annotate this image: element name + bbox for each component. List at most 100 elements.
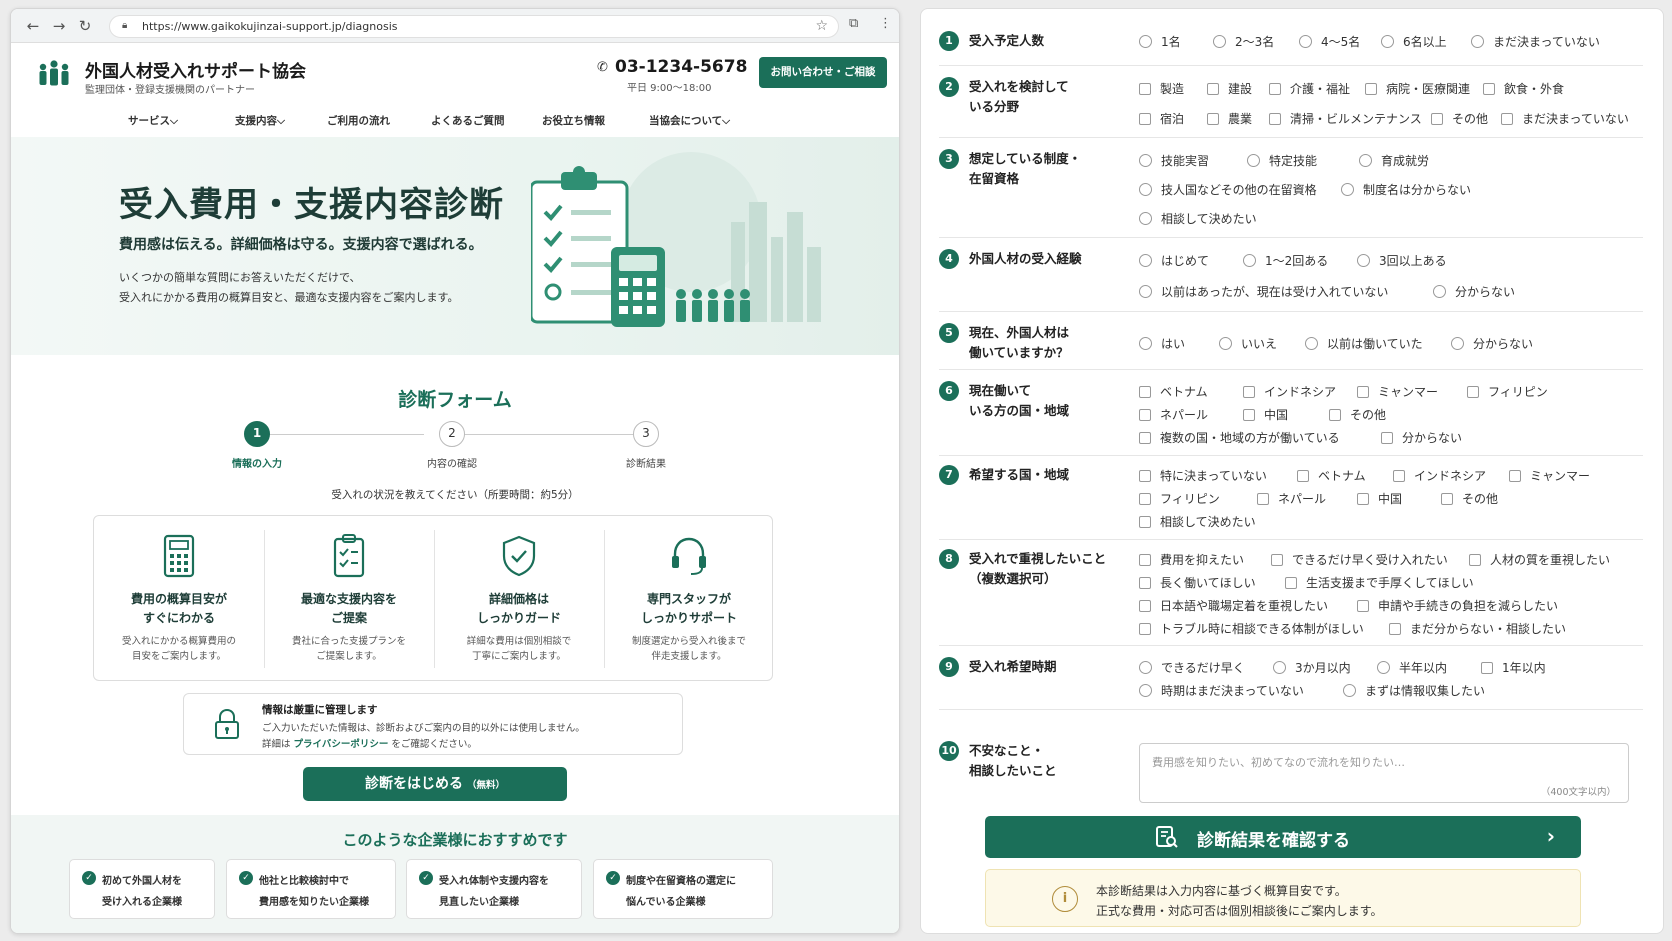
question-number: 10 (939, 741, 959, 761)
checkbox-option[interactable]: フィリピン (1467, 383, 1548, 400)
checkbox-option[interactable]: 介護・福祉 (1269, 80, 1350, 97)
radio-option[interactable]: 半年以内 (1377, 659, 1447, 676)
radio-option[interactable]: 6名以上 (1381, 33, 1447, 50)
radio-option[interactable]: 3回以上ある (1357, 252, 1447, 269)
checkbox-option[interactable]: フィリピン (1139, 490, 1220, 507)
checkbox-option[interactable]: 中国 (1357, 490, 1402, 507)
checkbox-option[interactable]: ベトナム (1297, 467, 1366, 484)
checkbox-option[interactable]: 清掃・ビルメンテナンス (1269, 110, 1422, 127)
checkbox-option[interactable]: まだ分からない・相談したい (1389, 620, 1566, 637)
checkbox-option[interactable]: インドネシア (1243, 383, 1336, 400)
radio-option[interactable]: はじめて (1139, 252, 1209, 269)
privacy-text: 詳細は プライバシーポリシー をご確認ください。 (262, 739, 477, 750)
checkbox-option[interactable]: 相談して決めたい (1139, 513, 1256, 530)
radio-option[interactable]: 1〜2回ある (1243, 252, 1328, 269)
checkbox-option[interactable]: 費用を抑えたい (1139, 551, 1244, 568)
divider (939, 65, 1643, 66)
checkbox-option[interactable]: その他 (1431, 110, 1488, 127)
url-text: https://www.gaikokujinzai-support.jp/dia… (142, 20, 398, 33)
nav-flow[interactable]: ご利用の流れ (327, 113, 390, 128)
reload-icon[interactable]: ↻ (75, 16, 95, 36)
radio-option[interactable]: はい (1139, 335, 1185, 352)
confirm-result-button[interactable]: 診断結果を確認する › (985, 816, 1581, 858)
nav-services[interactable]: サービス⌵ (128, 113, 178, 128)
checkbox-option[interactable]: その他 (1329, 406, 1386, 423)
back-icon[interactable]: ← (23, 16, 43, 36)
checkbox-option[interactable]: 病院・医療関連 (1365, 80, 1470, 97)
question-number: 5 (939, 323, 959, 343)
radio-option[interactable]: 分からない (1451, 335, 1533, 352)
radio-option[interactable]: 特定技能 (1247, 152, 1317, 169)
checkbox-option[interactable]: その他 (1441, 490, 1498, 507)
radio-option[interactable]: まずは情報収集したい (1343, 682, 1485, 699)
radio-option[interactable]: 技人国などその他の在留資格 (1139, 181, 1317, 198)
radio-option[interactable]: 4〜5名 (1299, 33, 1360, 50)
checkbox-option[interactable]: 1年以内 (1481, 659, 1546, 676)
checkbox-option[interactable]: ミャンマー (1357, 383, 1438, 400)
checkbox-option[interactable]: 人材の質を重視したい (1469, 551, 1610, 568)
checkbox-option[interactable]: まだ決まっていない (1501, 110, 1629, 127)
question-label: 現在働いて いる方の国・地域 (969, 383, 1070, 418)
checkbox-option[interactable]: 中国 (1243, 406, 1288, 423)
forward-icon[interactable]: → (49, 16, 69, 36)
radio-option[interactable]: できるだけ早く (1139, 659, 1245, 676)
radio-option[interactable]: 1名 (1139, 33, 1181, 50)
feature-description: 詳細な費用は個別相談で 丁寧にご案内します。 (466, 636, 572, 662)
checkbox-option[interactable]: インドネシア (1393, 467, 1486, 484)
nav-resources[interactable]: お役立ち情報 (542, 113, 605, 128)
menu-icon[interactable]: ⋮ (879, 16, 892, 31)
bookmark-star-icon[interactable]: ☆ (815, 18, 828, 34)
checkbox-option[interactable]: 長く働いてほしい (1139, 574, 1256, 591)
privacy-policy-link[interactable]: プライバシーポリシー (294, 739, 389, 750)
radio-option[interactable]: まだ決まっていない (1471, 33, 1600, 50)
radio-option[interactable]: 技能実習 (1139, 152, 1209, 169)
checkbox-option[interactable]: トラブル時に相談できる体制がほしい (1139, 620, 1364, 637)
radio-option[interactable]: 時期はまだ決まっていない (1139, 682, 1304, 699)
checkbox-option[interactable]: ネパール (1257, 490, 1326, 507)
start-diagnosis-button[interactable]: 診断をはじめる （無料） (303, 767, 567, 801)
checkbox-option[interactable]: 生活支援まで手厚くしてほしい (1285, 574, 1474, 591)
radio-option[interactable]: いいえ (1219, 335, 1277, 352)
diagnosis-form-panel: 1 受入予定人数 1名 2〜3名 4〜5名 6名以上 まだ決まっていない 2 受… (920, 8, 1664, 934)
radio-option[interactable]: 以前はあったが、現在は受け入れていない (1139, 283, 1388, 300)
contact-button[interactable]: お問い合わせ・ご相談 (759, 57, 887, 88)
checkbox-option[interactable]: できるだけ早く受け入れたい (1271, 551, 1448, 568)
feature-description: 制度選定から受入れ後まで 伴走支援します。 (631, 636, 746, 662)
radio-option[interactable]: 制度名は分からない (1341, 181, 1471, 198)
phone-icon: ✆ (597, 60, 608, 75)
form-note: 受入れの状況を教えてください（所要時間：約5分） (331, 489, 579, 501)
checkbox-option[interactable]: ミャンマー (1509, 467, 1590, 484)
phone-number[interactable]: 03-1234-5678 (615, 57, 747, 77)
checkbox-option[interactable]: 特に決まっていない (1139, 467, 1267, 484)
radio-option[interactable]: 育成就労 (1359, 152, 1429, 169)
checklist-icon (333, 534, 365, 578)
nav-about[interactable]: 当協会について⌵ (649, 113, 730, 128)
checkbox-option[interactable]: 宿泊 (1139, 110, 1184, 127)
checkbox-option[interactable]: 申請や手続きの負担を減らしたい (1357, 597, 1558, 614)
privacy-title: 情報は厳重に管理します (262, 704, 378, 716)
site-name[interactable]: 外国人材受入れサポート協会 (85, 57, 306, 82)
radio-option[interactable]: 相談して決めたい (1139, 210, 1257, 227)
radio-option[interactable]: 以前は働いていた (1305, 335, 1423, 352)
nav-support[interactable]: 支援内容⌵ (235, 113, 285, 128)
nav-faq[interactable]: よくあるご質問 (431, 113, 505, 128)
question-number: 8 (939, 549, 959, 569)
checkbox-option[interactable]: 日本語や職場定着を重視したい (1139, 597, 1328, 614)
radio-option[interactable]: 2〜3名 (1213, 33, 1274, 50)
checkbox-option[interactable]: 農業 (1207, 110, 1252, 127)
radio-option[interactable]: 分からない (1433, 283, 1515, 300)
checkbox-option[interactable]: ネパール (1139, 406, 1208, 423)
checkbox-option[interactable]: 建設 (1207, 80, 1252, 97)
divider (939, 311, 1643, 312)
checkbox-option[interactable]: 製造 (1139, 80, 1184, 97)
question-number: 9 (939, 657, 959, 677)
checkbox-option[interactable]: 複数の国・地域の方が働いている (1139, 429, 1340, 446)
checkbox-option[interactable]: 飲食・外食 (1483, 80, 1564, 97)
extensions-icon[interactable]: ⧉ (849, 16, 858, 31)
address-bar[interactable]: 🔒︎ https://www.gaikokujinzai-support.jp/… (109, 15, 839, 38)
radio-option[interactable]: 3か月以内 (1273, 659, 1351, 676)
logo-icon[interactable] (37, 59, 71, 89)
checkbox-option[interactable]: ベトナム (1139, 383, 1208, 400)
checkbox-option[interactable]: 分からない (1381, 429, 1462, 446)
consultation-textarea[interactable]: 費用感を知りたい、初めてなので流れを知りたい… （400文字以内） (1139, 743, 1629, 803)
